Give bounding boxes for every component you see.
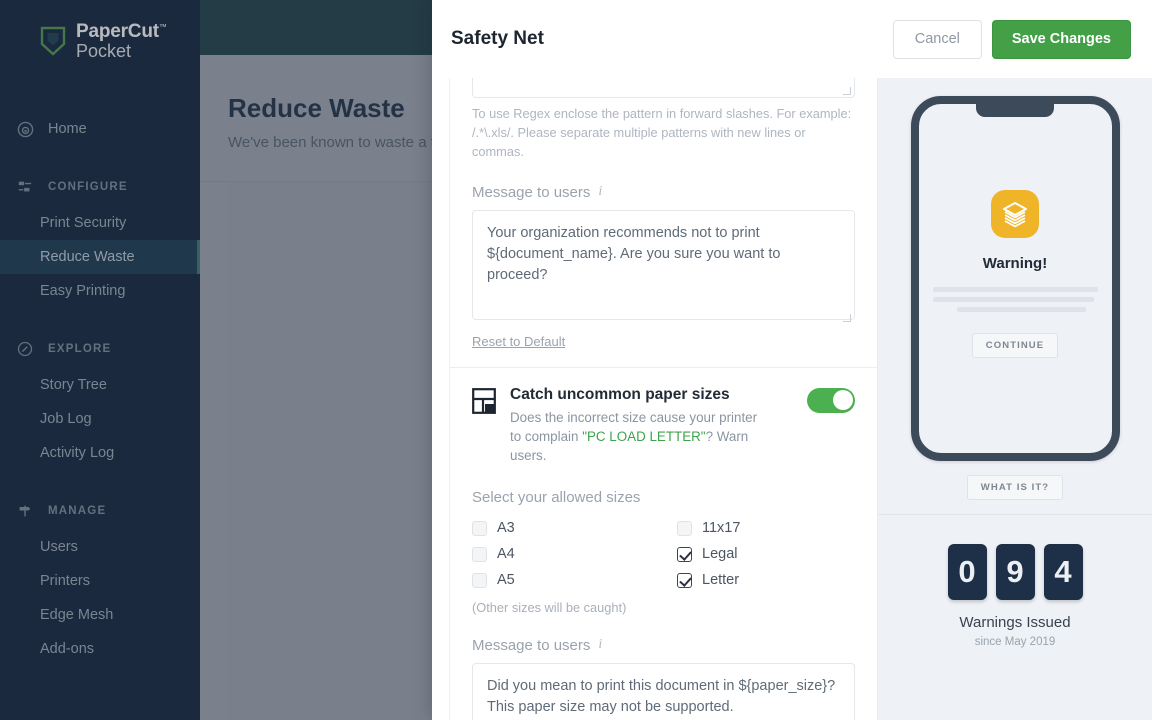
message-textarea-two[interactable] bbox=[472, 662, 855, 720]
checkbox-row-a5[interactable]: A5 bbox=[472, 568, 677, 593]
checkbox-a5-label: A5 bbox=[497, 572, 515, 589]
checkbox-11x17[interactable] bbox=[677, 520, 692, 536]
message-to-users-label-one: Message to users i bbox=[472, 184, 855, 201]
phone-screen: Warning! CONTINUE bbox=[919, 104, 1112, 358]
app-root: PaperCut™ Pocket Home CONFIGURE Print Se… bbox=[0, 0, 1152, 720]
checkbox-a5[interactable] bbox=[472, 572, 487, 588]
message-textarea-two-wrap bbox=[472, 662, 855, 720]
toggle-knob bbox=[832, 390, 853, 411]
reset-to-default-link-one[interactable]: Reset to Default bbox=[472, 334, 565, 349]
document-names-textarea[interactable] bbox=[472, 78, 855, 98]
checkbox-letter[interactable] bbox=[677, 572, 692, 588]
catch-paper-sizes-header: Catch uncommon paper sizes Does the inco… bbox=[472, 368, 855, 465]
allowed-sizes-note: (Other sizes will be caught) bbox=[472, 599, 627, 615]
regex-hint: To use Regex enclose the pattern in forw… bbox=[472, 106, 852, 159]
allowed-sizes-label: Select your allowed sizes bbox=[472, 488, 641, 506]
counter-digit: 0 bbox=[947, 544, 987, 600]
checkbox-letter-label: Letter bbox=[702, 572, 740, 589]
save-changes-button[interactable]: Save Changes bbox=[991, 19, 1131, 59]
allowed-sizes-grid: A3 11x17 A4 Legal A5 Letter bbox=[472, 516, 855, 593]
warnings-counter-label: Warnings Issued bbox=[959, 614, 1071, 631]
info-icon-two[interactable]: i bbox=[598, 637, 602, 653]
settings-form-column: To use Regex enclose the pattern in forw… bbox=[432, 78, 878, 720]
section-two: Catch uncommon paper sizes Does the inco… bbox=[432, 368, 877, 720]
skeleton-line bbox=[932, 297, 1095, 302]
checkbox-11x17-label: 11x17 bbox=[702, 520, 741, 537]
phone-text-skeleton bbox=[932, 287, 1098, 317]
safety-net-modal: Safety Net Cancel Save Changes To use Re… bbox=[432, 0, 1152, 720]
skeleton-line bbox=[957, 307, 1086, 312]
modal-header-actions: Cancel Save Changes bbox=[892, 19, 1131, 59]
checkbox-legal[interactable] bbox=[677, 546, 692, 562]
catch-paper-sizes-title: Catch uncommon paper sizes bbox=[510, 385, 730, 403]
section-one: To use Regex enclose the pattern in forw… bbox=[432, 78, 877, 351]
warnings-counter-sub: since May 2019 bbox=[974, 636, 1056, 648]
preview-divider bbox=[878, 514, 1152, 515]
phone-continue-button[interactable]: CONTINUE bbox=[971, 333, 1059, 358]
paper-sizes-icon bbox=[472, 387, 496, 414]
what-is-it-button[interactable]: WHAT IS IT? bbox=[966, 475, 1064, 500]
checkbox-a3-label: A3 bbox=[497, 520, 515, 537]
checkbox-row-letter[interactable]: Letter bbox=[677, 568, 855, 593]
checkbox-legal-label: Legal bbox=[702, 546, 738, 563]
checkbox-row-a4[interactable]: A4 bbox=[472, 542, 677, 567]
modal-title: Safety Net bbox=[451, 28, 544, 49]
warnings-counter: 0 9 4 bbox=[947, 544, 1083, 600]
message-to-users-label-two-text: Message to users bbox=[472, 636, 591, 654]
phone-mockup: Warning! CONTINUE bbox=[910, 96, 1120, 461]
counter-digit: 9 bbox=[995, 544, 1035, 600]
desc-highlight: "PC LOAD LETTER" bbox=[582, 428, 706, 444]
message-textarea-one-wrap bbox=[472, 209, 855, 325]
preview-column: Warning! CONTINUE WHAT IS IT? 0 9 4 Warn… bbox=[878, 78, 1152, 720]
paper-stack-icon bbox=[991, 190, 1039, 238]
modal-body: To use Regex enclose the pattern in forw… bbox=[432, 78, 1152, 720]
cancel-button[interactable]: Cancel bbox=[892, 19, 982, 59]
catch-paper-sizes-texts: Catch uncommon paper sizes Does the inco… bbox=[510, 386, 793, 465]
checkbox-row-11x17[interactable]: 11x17 bbox=[677, 516, 855, 541]
catch-paper-sizes-toggle[interactable] bbox=[807, 387, 855, 413]
checkbox-row-legal[interactable]: Legal bbox=[677, 542, 855, 567]
modal-backdrop-sidebar[interactable] bbox=[0, 0, 200, 720]
catch-paper-sizes-desc: Does the incorrect size cause your print… bbox=[510, 408, 765, 465]
info-icon[interactable]: i bbox=[598, 184, 602, 200]
checkbox-a4-label: A4 bbox=[497, 546, 515, 563]
message-textarea-one[interactable] bbox=[472, 209, 855, 320]
checkbox-a4[interactable] bbox=[472, 546, 487, 562]
message-to-users-label-two: Message to users i bbox=[472, 637, 855, 654]
skeleton-line bbox=[932, 287, 1098, 292]
phone-warning-title: Warning! bbox=[982, 255, 1048, 272]
phone-notch bbox=[976, 104, 1054, 117]
message-to-users-label-one-text: Message to users bbox=[472, 183, 591, 201]
modal-header: Safety Net Cancel Save Changes bbox=[432, 0, 1152, 78]
counter-digit: 4 bbox=[1043, 544, 1083, 600]
form-gutter bbox=[432, 78, 450, 720]
checkbox-row-a3[interactable]: A3 bbox=[472, 516, 677, 541]
checkbox-a3[interactable] bbox=[472, 520, 487, 536]
